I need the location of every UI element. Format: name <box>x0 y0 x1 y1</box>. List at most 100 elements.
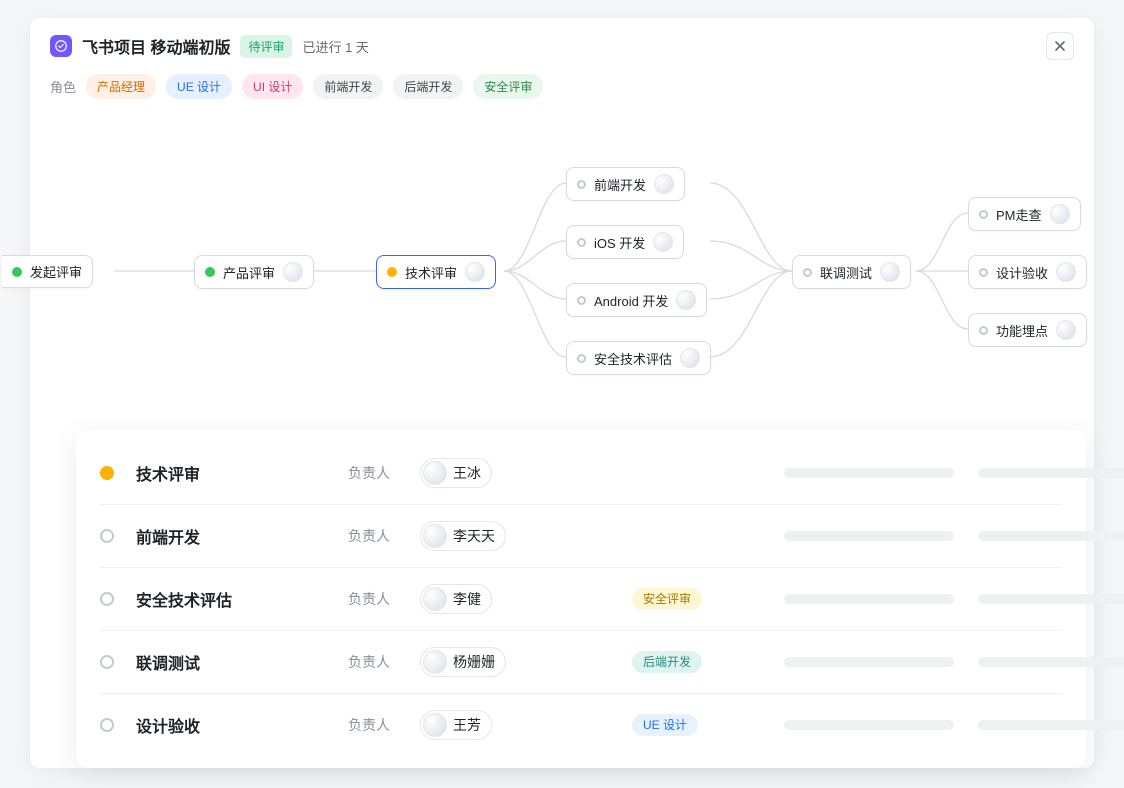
placeholder <box>784 468 1124 478</box>
owner-label: 负责人 <box>348 526 408 546</box>
role-chip[interactable]: 后端开发 <box>393 74 463 99</box>
detail-title: 安全技术评估 <box>136 587 336 611</box>
placeholder <box>784 531 1124 541</box>
role-chip[interactable]: 前端开发 <box>313 74 383 99</box>
avatar <box>654 174 674 194</box>
avatar <box>423 524 447 548</box>
detail-title: 设计验收 <box>136 713 336 737</box>
flow-node[interactable]: 安全技术评估 <box>566 341 711 375</box>
owner-cell[interactable]: 李健 <box>420 584 620 614</box>
detail-title: 前端开发 <box>136 524 336 548</box>
owner-name: 杨姗姗 <box>453 652 495 672</box>
owner-label: 负责人 <box>348 463 408 483</box>
owner-name: 王芳 <box>453 715 481 735</box>
node-label: 产品评审 <box>223 263 275 282</box>
status-dot-icon <box>100 655 114 669</box>
role-chip[interactable]: 安全评审 <box>473 74 543 99</box>
flow-node[interactable]: 设计验收 <box>968 255 1087 289</box>
avatar <box>653 232 673 252</box>
roles-row: 角色 产品经理 UE 设计 UI 设计 前端开发 后端开发 安全评审 <box>30 70 1094 113</box>
status-dot-icon <box>12 267 22 277</box>
owner-name: 李健 <box>453 589 481 609</box>
node-label: Android 开发 <box>594 291 668 310</box>
owner-cell[interactable]: 王芳 <box>420 710 620 740</box>
close-icon <box>1054 40 1066 52</box>
role-tag[interactable]: 后端开发 <box>632 653 772 671</box>
page-title: 飞书项目 移动端初版 <box>82 34 230 58</box>
avatar <box>1056 320 1076 340</box>
detail-row[interactable]: 前端开发 负责人 李天天 <box>100 505 1062 568</box>
placeholder <box>784 657 1124 667</box>
node-label: 设计验收 <box>996 263 1048 282</box>
flow-links <box>30 113 1094 413</box>
avatar <box>1050 204 1070 224</box>
owner-label: 负责人 <box>348 715 408 735</box>
role-chip[interactable]: UE 设计 <box>166 74 232 99</box>
close-button[interactable] <box>1046 32 1074 60</box>
placeholder <box>784 594 1124 604</box>
status-dot-icon <box>100 592 114 606</box>
status-dot-icon <box>577 180 586 189</box>
status-dot-icon <box>979 268 988 277</box>
flow-node-selected[interactable]: 技术评审 <box>376 255 496 289</box>
status-dot-icon <box>577 354 586 363</box>
flow-canvas[interactable]: 发起评审 产品评审 技术评审 前端开发 iOS 开发 Android 开发 <box>30 113 1094 413</box>
node-label: 联调测试 <box>820 263 872 282</box>
detail-row[interactable]: 安全技术评估 负责人 李健 安全评审 <box>100 568 1062 631</box>
owner-label: 负责人 <box>348 589 408 609</box>
avatar <box>465 262 485 282</box>
status-badge: 待评审 <box>240 35 292 58</box>
role-tag[interactable]: UE 设计 <box>632 716 772 734</box>
avatar <box>1056 262 1076 282</box>
avatar <box>283 262 303 282</box>
flow-node[interactable]: 联调测试 <box>792 255 911 289</box>
status-dot-icon <box>803 268 812 277</box>
detail-title: 联调测试 <box>136 650 336 674</box>
placeholder <box>784 720 1124 730</box>
detail-row[interactable]: 技术评审 负责人 王冰 <box>100 442 1062 505</box>
status-dot-icon <box>205 267 215 277</box>
flow-node[interactable]: iOS 开发 <box>566 225 684 259</box>
node-label: 发起评审 <box>30 262 82 281</box>
role-tag[interactable]: 安全评审 <box>632 590 772 608</box>
header-bar: 飞书项目 移动端初版 待评审 已进行 1 天 <box>30 18 1094 70</box>
flow-node[interactable]: 发起评审 <box>2 255 93 288</box>
owner-cell[interactable]: 王冰 <box>420 458 620 488</box>
status-dot-icon <box>100 466 114 480</box>
owner-label: 负责人 <box>348 652 408 672</box>
avatar <box>423 461 447 485</box>
node-label: 功能埋点 <box>996 321 1048 340</box>
flow-node[interactable]: 功能埋点 <box>968 313 1087 347</box>
owner-cell[interactable]: 李天天 <box>420 521 620 551</box>
flow-node[interactable]: Android 开发 <box>566 283 707 317</box>
status-dot-icon <box>100 718 114 732</box>
app-icon <box>50 35 72 57</box>
owner-name: 王冰 <box>453 463 481 483</box>
node-label: 安全技术评估 <box>594 349 672 368</box>
avatar <box>880 262 900 282</box>
detail-row[interactable]: 联调测试 负责人 杨姗姗 后端开发 <box>100 631 1062 694</box>
status-dot-icon <box>979 210 988 219</box>
flow-node[interactable]: PM走查 <box>968 197 1081 231</box>
elapsed-text: 已进行 1 天 <box>302 37 368 56</box>
status-dot-icon <box>577 238 586 247</box>
status-dot-icon <box>100 529 114 543</box>
node-label: iOS 开发 <box>594 233 645 252</box>
status-dot-icon <box>387 267 397 277</box>
node-label: 技术评审 <box>405 263 457 282</box>
role-chip[interactable]: UI 设计 <box>242 74 303 99</box>
node-label: PM走查 <box>996 205 1042 224</box>
status-dot-icon <box>577 296 586 305</box>
node-label: 前端开发 <box>594 175 646 194</box>
detail-title: 技术评审 <box>136 461 336 485</box>
roles-label: 角色 <box>50 77 76 96</box>
flow-node[interactable]: 产品评审 <box>194 255 314 289</box>
flow-node[interactable]: 前端开发 <box>566 167 685 201</box>
owner-cell[interactable]: 杨姗姗 <box>420 647 620 677</box>
detail-row[interactable]: 设计验收 负责人 王芳 UE 设计 <box>100 694 1062 756</box>
avatar <box>423 587 447 611</box>
avatar <box>676 290 696 310</box>
role-chip[interactable]: 产品经理 <box>86 74 156 99</box>
details-card: 技术评审 负责人 王冰 前端开发 负责人 李天天 安全技术评估 负责人 李健 安… <box>76 430 1086 768</box>
avatar <box>423 713 447 737</box>
